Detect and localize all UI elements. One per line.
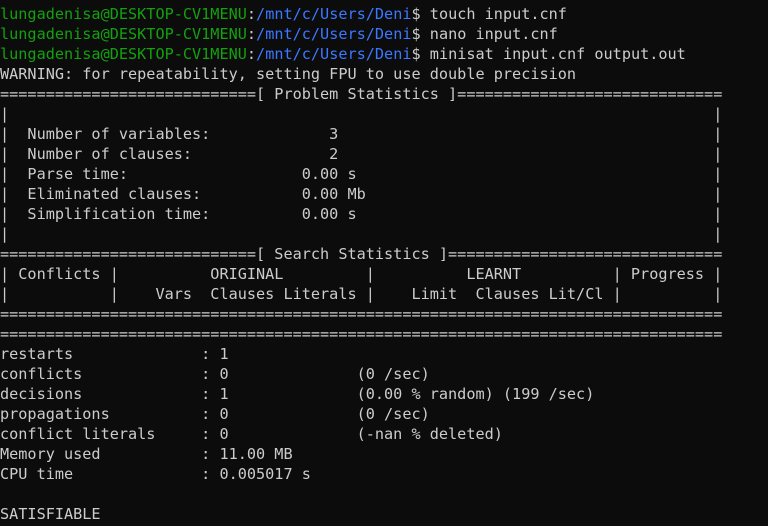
- prompt-user-host: lungadenisa@DESKTOP-CV1MENU: [0, 45, 247, 63]
- prompt-command: nano input.cnf: [429, 25, 558, 43]
- prompt-separator: :: [246, 5, 257, 23]
- prompt-line: lungadenisa@DESKTOP-CV1MENU:/mnt/c/Users…: [0, 24, 768, 44]
- prompt-command: minisat input.cnf output.out: [429, 45, 686, 63]
- problem-stats-border: | |: [0, 225, 723, 243]
- search-table-header-row-1: | Conflicts | ORIGINAL | LEARNT | Progre…: [0, 265, 723, 283]
- stat-num-clauses: | Number of clauses: 2 |: [0, 145, 723, 163]
- terminal-window[interactable]: lungadenisa@DESKTOP-CV1MENU:/mnt/c/Users…: [0, 0, 768, 526]
- warning-line: WARNING: for repeatability, setting FPU …: [0, 65, 577, 83]
- result-cpu-time: CPU time : 0.005017 s: [0, 465, 311, 483]
- prompt-symbol: $: [411, 45, 430, 63]
- stat-eliminated-clauses: | Eliminated clauses: 0.00 Mb |: [0, 185, 723, 203]
- prompt-symbol: $: [411, 5, 430, 23]
- prompt-path: /mnt/c/Users/Deni: [256, 45, 412, 63]
- problem-stats-header: ============================[ Problem St…: [0, 85, 723, 103]
- satisfiable-result: SATISFIABLE: [0, 505, 101, 523]
- search-table-header-row-2: | | Vars Clauses Literals | Limit Clause…: [0, 285, 723, 303]
- stat-parse-time: | Parse time: 0.00 s |: [0, 165, 723, 183]
- prompt-separator: :: [246, 45, 257, 63]
- result-conflict-literals: conflict literals : 0 (-nan % deleted): [0, 425, 503, 443]
- divider-line: ========================================…: [0, 305, 723, 323]
- prompt-separator: :: [246, 25, 257, 43]
- prompt-line: lungadenisa@DESKTOP-CV1MENU:/mnt/c/Users…: [0, 44, 768, 64]
- prompt-user-host: lungadenisa@DESKTOP-CV1MENU: [0, 5, 247, 23]
- search-stats-header: ============================[ Search Sta…: [0, 245, 723, 263]
- prompt-symbol: $: [411, 25, 430, 43]
- prompt-command: touch input.cnf: [429, 5, 567, 23]
- prompt-line: lungadenisa@DESKTOP-CV1MENU:/mnt/c/Users…: [0, 4, 768, 24]
- result-decisions: decisions : 1 (0.00 % random) (199 /sec): [0, 385, 595, 403]
- stat-num-variables: | Number of variables: 3 |: [0, 125, 723, 143]
- result-memory-used: Memory used : 11.00 MB: [0, 445, 293, 463]
- problem-stats-border: | |: [0, 105, 723, 123]
- result-conflicts: conflicts : 0 (0 /sec): [0, 365, 430, 383]
- prompt-user-host: lungadenisa@DESKTOP-CV1MENU: [0, 25, 247, 43]
- prompt-path: /mnt/c/Users/Deni: [256, 25, 412, 43]
- result-propagations: propagations : 0 (0 /sec): [0, 405, 430, 423]
- stat-simplification-time: | Simplification time: 0.00 s |: [0, 205, 723, 223]
- result-restarts: restarts : 1: [0, 345, 229, 363]
- divider-line: ========================================…: [0, 325, 723, 343]
- prompt-path: /mnt/c/Users/Deni: [256, 5, 412, 23]
